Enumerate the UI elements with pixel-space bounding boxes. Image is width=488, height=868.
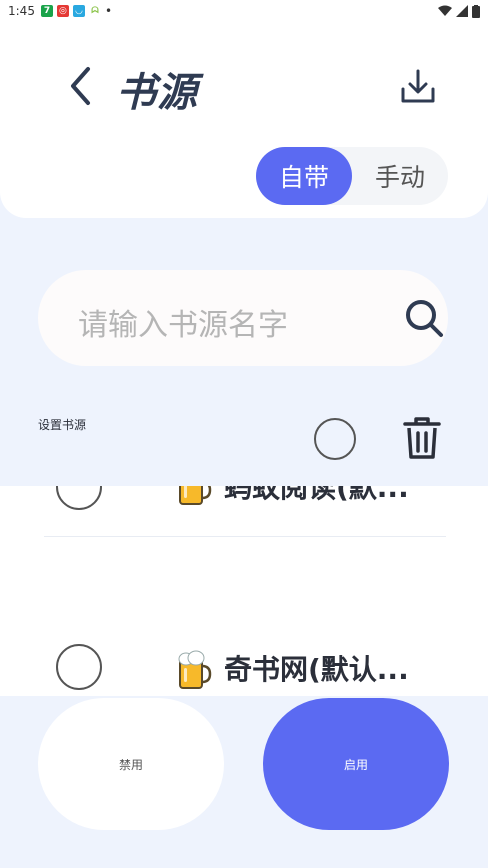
list-item-radio[interactable] xyxy=(56,486,102,510)
divider xyxy=(44,536,446,537)
status-time: 1:45 xyxy=(8,4,35,18)
delete-button[interactable] xyxy=(400,414,444,462)
trash-icon xyxy=(403,417,441,459)
chevron-left-icon xyxy=(71,67,90,105)
set-source-label: 设置书源 xyxy=(38,418,87,432)
wifi-icon xyxy=(438,5,452,16)
source-list: 蚂蚁阅读(默... 奇书网(默认... xyxy=(0,486,488,696)
select-all-radio[interactable] xyxy=(314,418,356,460)
list-item[interactable]: 奇书网(默认... xyxy=(0,622,488,696)
search-icon xyxy=(406,300,443,337)
list-item-name: 蚂蚁阅读(默... xyxy=(224,486,409,504)
back-button[interactable] xyxy=(60,66,100,106)
download-icon xyxy=(401,69,435,103)
list-item-radio[interactable] xyxy=(56,644,102,690)
download-button[interactable] xyxy=(398,66,438,106)
list-item-name: 奇书网(默认... xyxy=(224,653,409,686)
header-card: 书源 自带 手动 xyxy=(0,22,488,218)
beer-icon xyxy=(178,650,212,689)
app-7-icon: 7 xyxy=(40,5,53,17)
tab-builtin[interactable]: 自带 xyxy=(256,147,352,205)
signal-icon xyxy=(456,5,468,17)
battery-icon xyxy=(472,4,480,18)
app-red-icon: ◎ xyxy=(56,5,69,17)
page-title: 书源 xyxy=(116,70,198,116)
notification-dot: • xyxy=(104,4,113,18)
status-bar: 1:45 7 ◎ ◡ ᗣ • xyxy=(0,0,488,22)
search-box[interactable]: 请输入书源名字 xyxy=(38,270,448,366)
status-right xyxy=(438,4,480,18)
search-button[interactable] xyxy=(402,296,446,340)
search-input[interactable]: 请输入书源名字 xyxy=(78,300,288,344)
status-app-icons: 7 ◎ ◡ ᗣ • xyxy=(40,4,113,18)
tab-manual[interactable]: 手动 xyxy=(352,147,448,205)
enable-button[interactable]: 启用 xyxy=(263,698,449,830)
disable-button[interactable]: 禁用 xyxy=(38,698,224,830)
app-chat-icon: ◡ xyxy=(72,5,85,17)
list-item[interactable]: 蚂蚁阅读(默... xyxy=(0,486,488,537)
android-icon: ᗣ xyxy=(88,5,101,17)
source-type-toggle: 自带 手动 xyxy=(256,147,448,205)
beer-icon xyxy=(179,486,212,505)
